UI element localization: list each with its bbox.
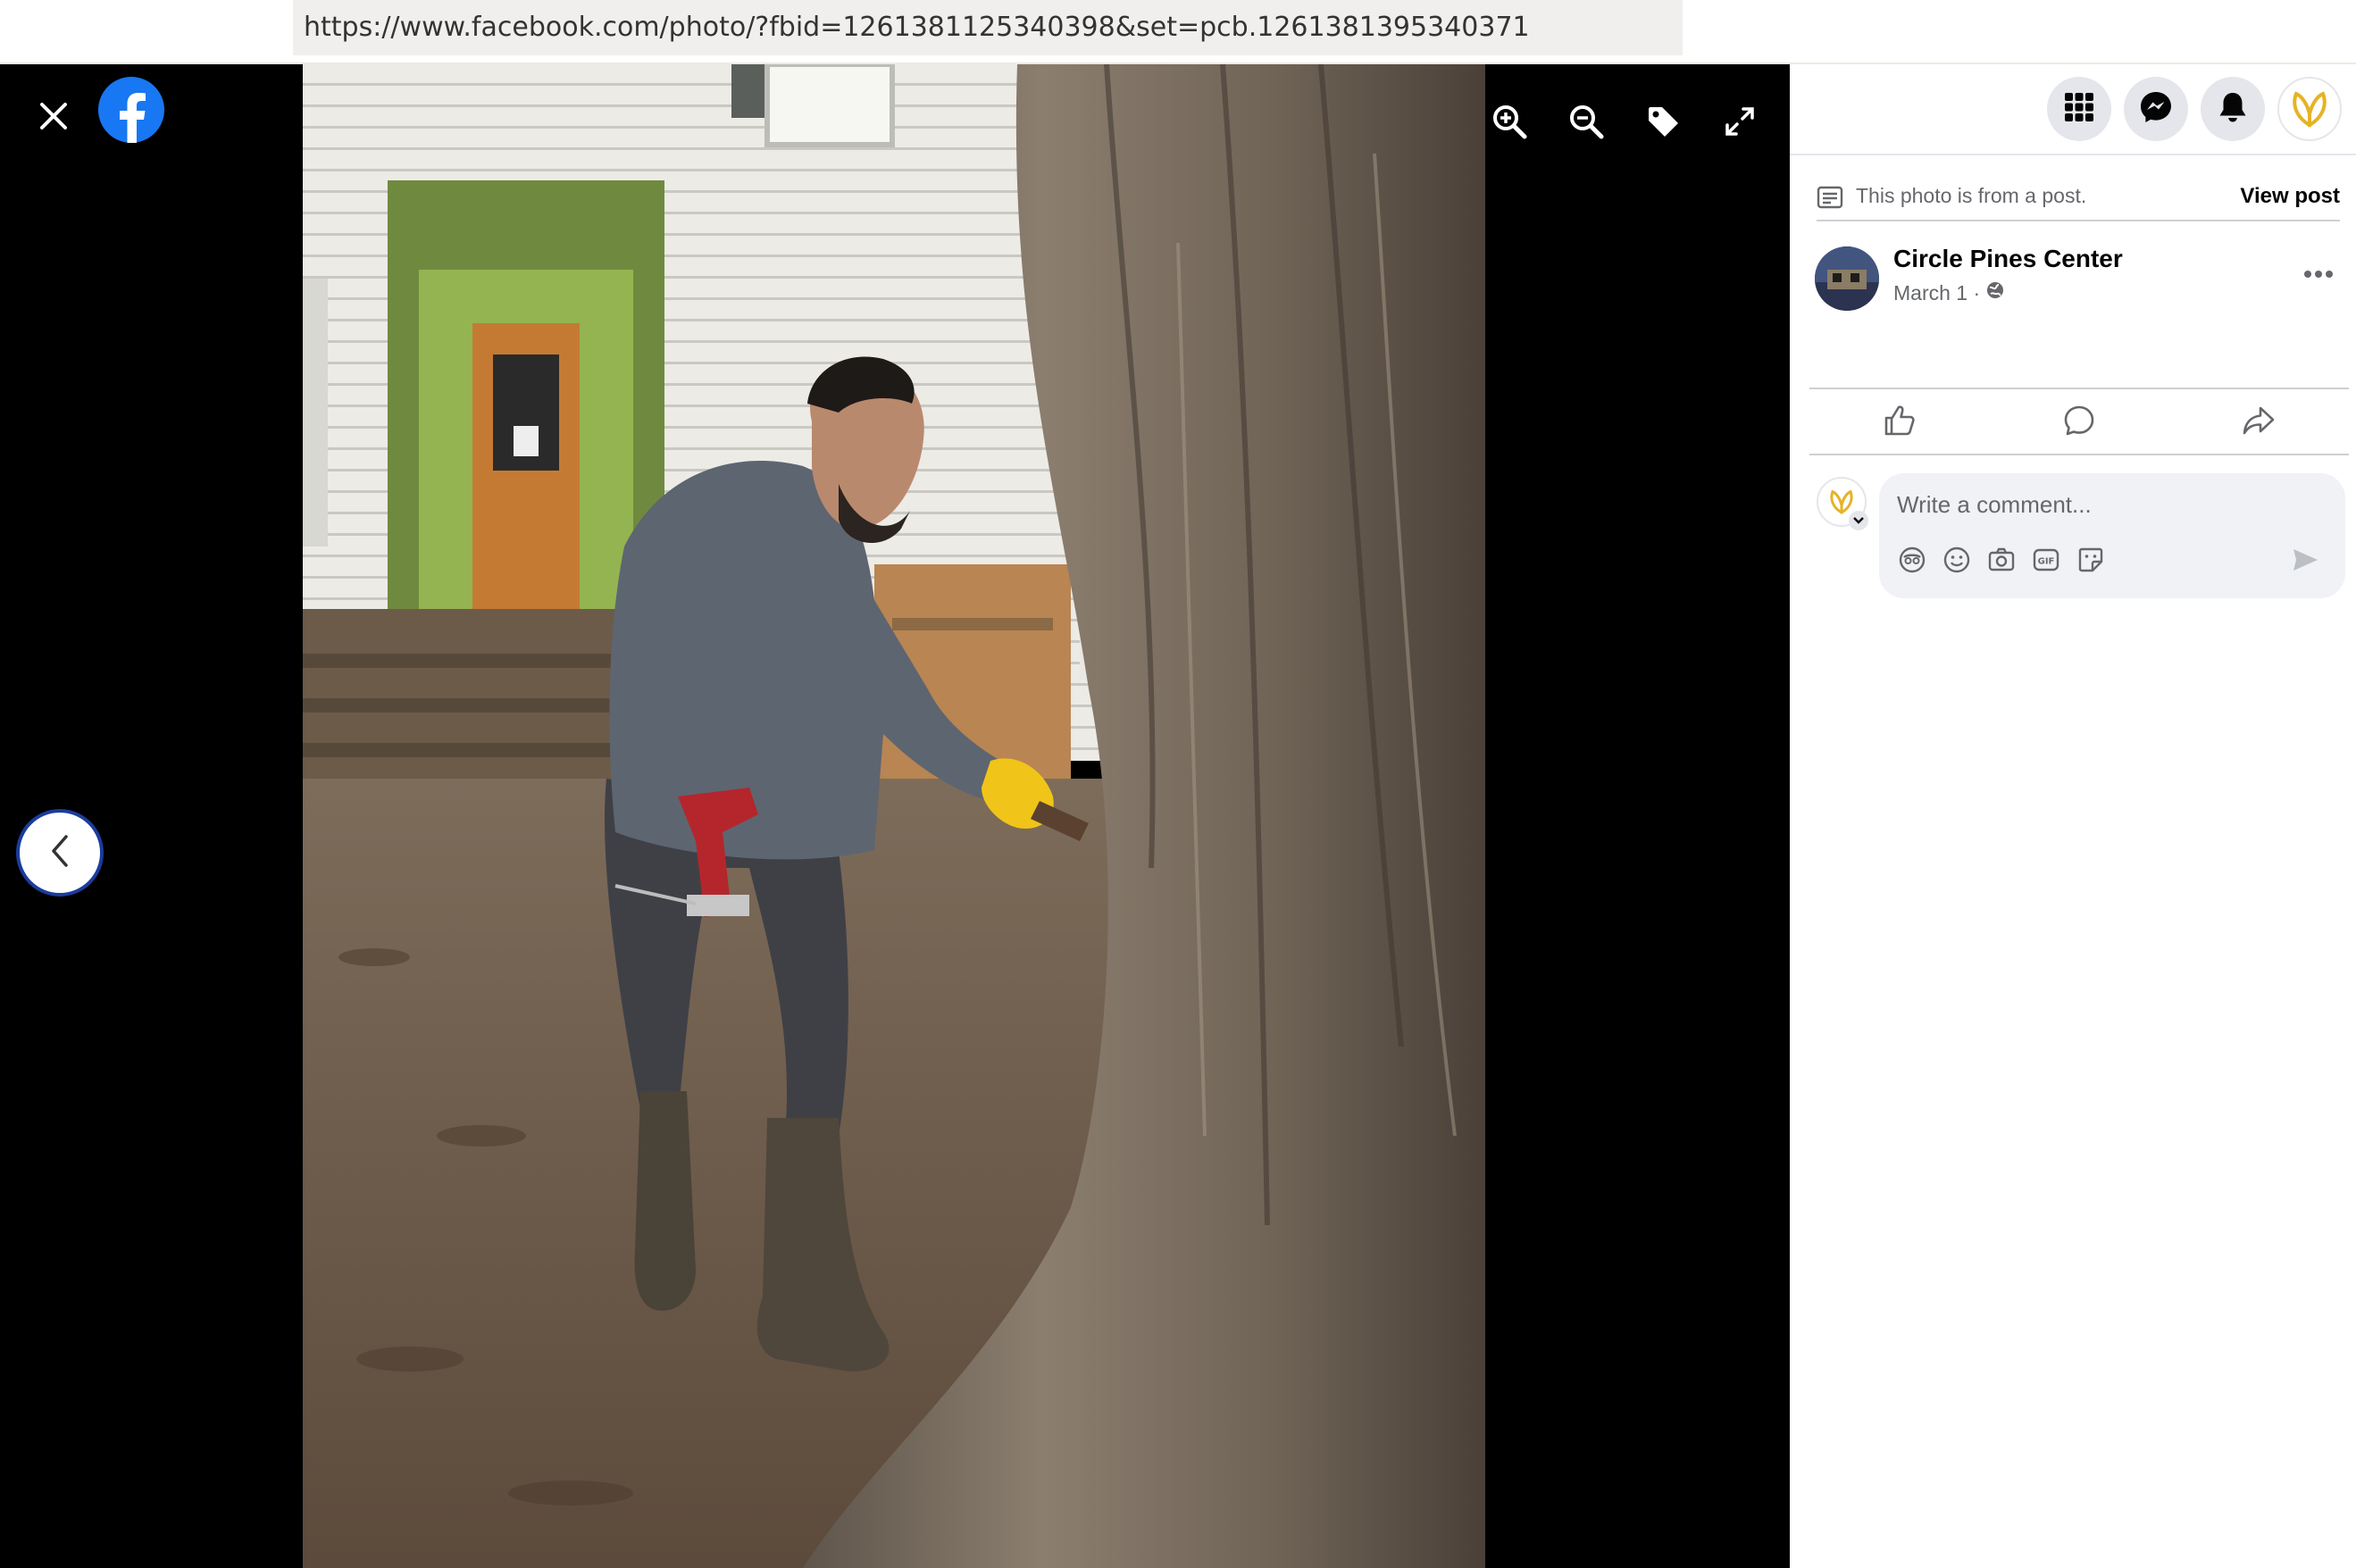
messenger-button[interactable] <box>2124 77 2188 141</box>
actions-bottom-divider <box>1809 454 2349 455</box>
chevron-down-icon[interactable] <box>1849 511 1868 530</box>
browser-toolbar: https://www.facebook.com/photo/?fbid=126… <box>0 0 2356 63</box>
chevron-left-icon <box>46 833 73 873</box>
post-meta: March 1 · <box>1893 280 2005 305</box>
account-avatar[interactable] <box>2277 77 2342 141</box>
svg-text:GIF: GIF <box>2038 556 2055 566</box>
gif-icon: GIF <box>2032 546 2060 579</box>
post-notice-text: This photo is from a post. <box>1856 184 2087 207</box>
notifications-bell-icon <box>2217 90 2249 129</box>
menu-grid-icon <box>2063 91 2095 128</box>
notifications-button[interactable] <box>2201 77 2265 141</box>
page-name[interactable]: Circle Pines Center <box>1893 245 2123 273</box>
fullscreen-button[interactable] <box>1713 96 1767 150</box>
page-avatar[interactable] <box>1815 246 1879 311</box>
header-divider <box>1790 154 2356 155</box>
sticker-icon <box>2076 546 2105 579</box>
address-bar[interactable]: https://www.facebook.com/photo/?fbid=126… <box>293 0 1683 55</box>
photo-button[interactable] <box>1984 545 2018 579</box>
close-button[interactable] <box>27 91 80 145</box>
more-dots-icon <box>2303 267 2334 283</box>
zoom-in-icon <box>1491 104 1527 144</box>
sticker-button[interactable] <box>2074 545 2108 579</box>
emoji-icon <box>1942 546 1971 579</box>
previous-photo-button[interactable] <box>16 809 104 897</box>
post-notice: This photo is from a post. View post <box>1817 171 2340 225</box>
send-icon <box>2291 546 2319 579</box>
messenger-icon <box>2139 90 2173 129</box>
post-document-icon <box>1817 186 1843 213</box>
tag-icon <box>1645 104 1681 144</box>
comment-composer: GIF <box>1879 473 2345 598</box>
post-date[interactable]: March 1 · <box>1893 281 1980 305</box>
close-icon <box>38 100 70 137</box>
actions-top-divider <box>1809 388 2349 389</box>
like-icon <box>1883 404 1917 442</box>
post-photo <box>303 64 1485 1568</box>
more-options-button[interactable] <box>2292 254 2345 296</box>
photo-viewer <box>0 64 1790 1568</box>
send-button[interactable] <box>2288 545 2322 579</box>
zoom-out-icon <box>1568 104 1604 144</box>
share-button[interactable] <box>2169 391 2349 454</box>
zoom-in-button[interactable] <box>1483 96 1536 150</box>
facebook-logo[interactable] <box>98 77 164 143</box>
notice-divider <box>1817 220 2340 221</box>
camera-icon <box>1987 546 2016 579</box>
menu-button[interactable] <box>2047 77 2111 141</box>
share-icon <box>2241 404 2277 442</box>
avatar-sticker-button[interactable] <box>1895 545 1929 579</box>
post-actions <box>1809 391 2349 454</box>
comment-icon <box>2062 404 2096 442</box>
gif-button[interactable]: GIF <box>2029 545 2063 579</box>
expand-icon <box>1724 105 1756 142</box>
emoji-button[interactable] <box>1940 545 1974 579</box>
avatar-sticker-icon <box>1898 546 1926 579</box>
comment-input[interactable] <box>1897 480 2326 529</box>
tag-photo-button[interactable] <box>1636 96 1690 150</box>
post-side-panel: This photo is from a post. View post Cir… <box>1790 64 2356 1568</box>
globe-icon <box>1985 280 2005 305</box>
zoom-out-button[interactable] <box>1559 96 1613 150</box>
view-post-link[interactable]: View post <box>2240 184 2340 209</box>
like-button[interactable] <box>1809 391 1989 454</box>
comment-button[interactable] <box>1989 391 2168 454</box>
